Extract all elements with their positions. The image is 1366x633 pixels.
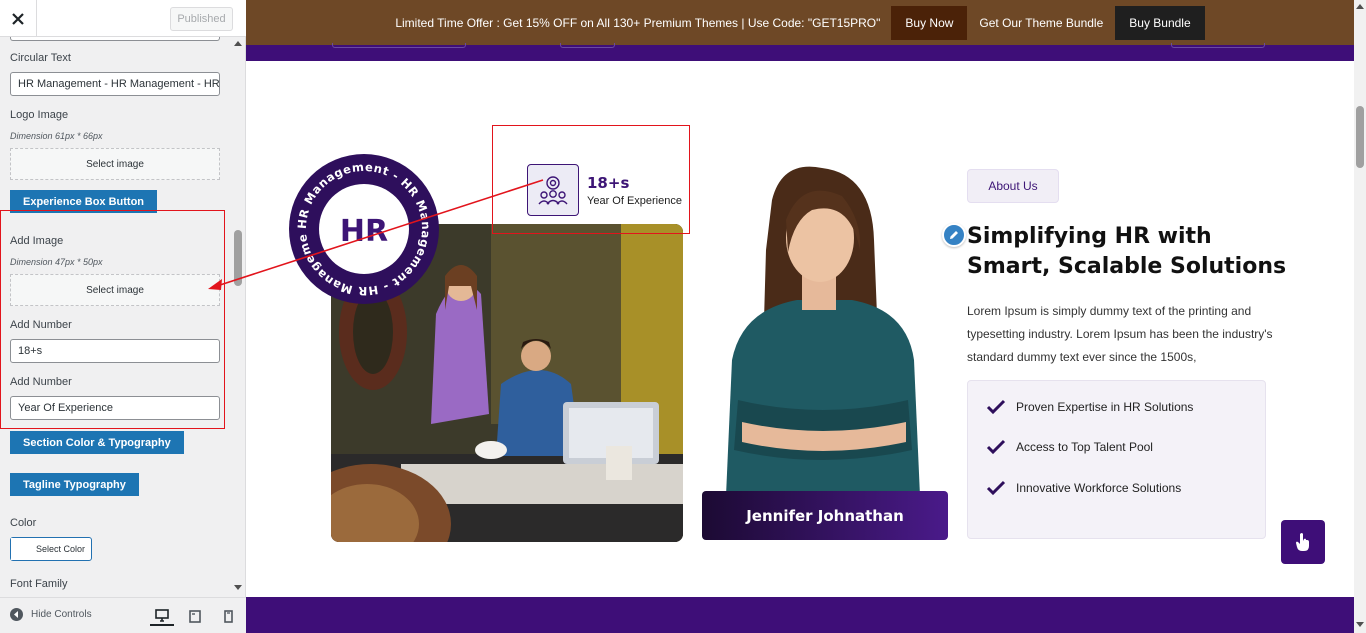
preview-scroll-thumb[interactable] bbox=[1356, 106, 1364, 168]
experience-label: Year Of Experience bbox=[587, 194, 682, 207]
hide-controls-button[interactable]: Hide Controls bbox=[10, 608, 92, 621]
preview-scrollbar[interactable] bbox=[1354, 0, 1366, 633]
hide-controls-label: Hide Controls bbox=[31, 609, 92, 620]
nav-button-edge[interactable] bbox=[560, 43, 615, 48]
scroll-down-icon[interactable] bbox=[1356, 622, 1364, 627]
add-number-label: Add Number bbox=[10, 319, 72, 331]
nav-button-edge[interactable] bbox=[332, 43, 466, 48]
hr-circular-badge: HR Management - HR Management - HR Manag… bbox=[288, 153, 439, 304]
experience-number: 18+s bbox=[587, 173, 630, 192]
circular-text-input[interactable]: HR Management - HR Management - HR Manag… bbox=[10, 72, 220, 96]
experience-text: 18+s Year Of Experience bbox=[587, 174, 682, 207]
tablet-icon bbox=[189, 609, 201, 623]
buy-bundle-button[interactable]: Buy Bundle bbox=[1115, 5, 1205, 40]
next-section-band bbox=[246, 597, 1354, 633]
logo-image-dimension: Dimension 61px * 66px bbox=[10, 131, 103, 141]
circular-text-label: Circular Text bbox=[10, 52, 71, 64]
experience-icon-box bbox=[527, 164, 579, 216]
add-number2-label: Add Number bbox=[10, 376, 72, 388]
floating-action-button[interactable] bbox=[1281, 520, 1325, 564]
hand-pointer-icon bbox=[1296, 533, 1309, 551]
customizer-header: Published bbox=[0, 0, 246, 37]
add-image-label: Add Image bbox=[10, 235, 64, 247]
add-select-image-button[interactable]: Select image bbox=[10, 274, 220, 306]
buy-now-button[interactable]: Buy Now bbox=[891, 5, 968, 40]
edit-shortcut-button[interactable] bbox=[942, 223, 966, 247]
tablet-preview-button[interactable] bbox=[183, 606, 207, 626]
experience-box-button[interactable]: Experience Box Button bbox=[10, 190, 158, 213]
sidebar-scrollbar[interactable] bbox=[232, 37, 244, 597]
promo-text: Limited Time Offer : Get 15% OFF on All … bbox=[395, 15, 881, 30]
list-item: Proven Expertise in HR Solutions bbox=[986, 399, 1193, 415]
feature-list: Proven Expertise in HR Solutions Access … bbox=[967, 380, 1266, 539]
select-image-label: Select image bbox=[86, 158, 144, 170]
color-swatch bbox=[11, 538, 33, 560]
section-color-typography-button[interactable]: Section Color & Typography bbox=[10, 431, 184, 454]
checkmark-icon bbox=[986, 480, 1006, 496]
customizer-footer: Hide Controls bbox=[0, 597, 246, 633]
checkmark-icon bbox=[986, 399, 1006, 415]
logo-image-label: Logo Image bbox=[10, 109, 69, 121]
close-icon bbox=[12, 12, 24, 25]
bundle-link[interactable]: Get Our Theme Bundle bbox=[979, 16, 1103, 30]
mobile-preview-button[interactable] bbox=[216, 606, 240, 626]
customizer-sidebar: Published Circular Text HR Management - … bbox=[0, 0, 246, 633]
header-navigation-band bbox=[246, 43, 1354, 61]
pencil-icon bbox=[950, 231, 958, 239]
about-us-tag: About Us bbox=[967, 169, 1059, 203]
close-customizer-button[interactable] bbox=[0, 0, 37, 37]
sidebar-scroll-thumb[interactable] bbox=[234, 230, 242, 286]
color-label: Color bbox=[10, 517, 37, 529]
select-image-label: Select image bbox=[86, 284, 144, 296]
checkmark-icon bbox=[986, 439, 1006, 455]
scroll-up-icon[interactable] bbox=[234, 41, 242, 46]
publish-button[interactable]: Published bbox=[170, 7, 233, 31]
list-item: Innovative Workforce Solutions bbox=[986, 480, 1181, 496]
add-image-dimension: Dimension 47px * 50px bbox=[10, 257, 103, 267]
badge-logo-text: HR bbox=[340, 214, 388, 249]
person-name-card: Jennifer Johnathan bbox=[702, 491, 948, 540]
nav-button-edge[interactable] bbox=[1171, 43, 1265, 48]
logo-select-image-button[interactable]: Select image bbox=[10, 148, 220, 180]
collapse-icon bbox=[10, 608, 23, 621]
person-image bbox=[726, 166, 920, 496]
experience-box: 18+s Year Of Experience bbox=[527, 164, 682, 216]
about-heading-line2: Smart, Scalable Solutions bbox=[967, 254, 1287, 279]
list-item: Access to Top Talent Pool bbox=[986, 439, 1153, 455]
previous-field[interactable] bbox=[10, 37, 220, 41]
desktop-preview-button[interactable] bbox=[150, 606, 174, 626]
about-heading: Simplifying HR with Smart, Scalable Solu… bbox=[967, 222, 1287, 282]
feature-label: Innovative Workforce Solutions bbox=[1016, 481, 1182, 495]
about-paragraph: Lorem Ipsum is simply dummy text of the … bbox=[967, 304, 1273, 364]
about-heading-line1: Simplifying HR with bbox=[967, 224, 1212, 249]
feature-label: Proven Expertise in HR Solutions bbox=[1016, 400, 1194, 414]
select-color-button[interactable]: Select Color bbox=[10, 537, 92, 561]
add-number2-input[interactable]: Year Of Experience bbox=[10, 396, 220, 420]
mobile-icon bbox=[223, 609, 233, 623]
feature-label: Access to Top Talent Pool bbox=[1016, 440, 1153, 454]
desktop-icon bbox=[155, 608, 169, 622]
promo-bar: Limited Time Offer : Get 15% OFF on All … bbox=[246, 0, 1354, 45]
team-award-icon bbox=[538, 176, 568, 205]
font-family-label: Font Family bbox=[10, 578, 68, 590]
scroll-down-icon[interactable] bbox=[234, 585, 242, 590]
add-number-input[interactable]: 18+s bbox=[10, 339, 220, 363]
site-preview: Limited Time Offer : Get 15% OFF on All … bbox=[246, 0, 1366, 633]
select-color-label: Select Color bbox=[35, 544, 85, 554]
tagline-typography-button[interactable]: Tagline Typography bbox=[10, 473, 139, 496]
scroll-up-icon[interactable] bbox=[1356, 4, 1364, 9]
customizer-controls-panel: Circular Text HR Management - HR Managem… bbox=[0, 37, 246, 597]
